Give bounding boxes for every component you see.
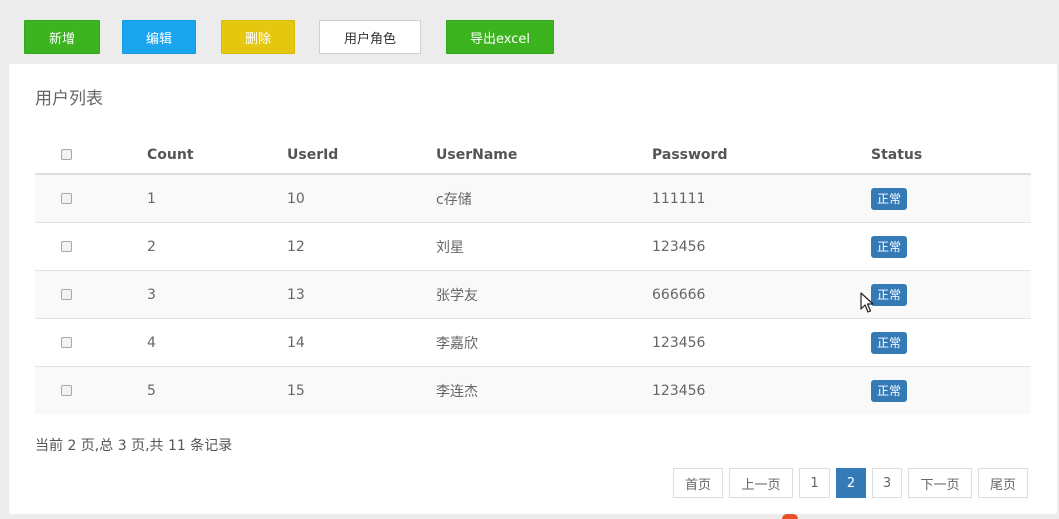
cell-password: 666666 [652, 270, 871, 319]
cell-count: 4 [147, 318, 287, 367]
cell-username: 张学友 [436, 270, 652, 319]
cell-userid: 14 [287, 318, 436, 367]
first-page-button[interactable]: 首页 [673, 468, 723, 498]
cell-password: 123456 [652, 366, 871, 414]
row-checkbox[interactable] [61, 385, 72, 396]
add-button[interactable]: 新增 [24, 20, 100, 54]
delete-button[interactable]: 删除 [221, 20, 295, 54]
row-checkbox[interactable] [61, 337, 72, 348]
table-row[interactable]: 5 15 李连杰 123456 正常 [35, 366, 1031, 414]
cell-password: 123456 [652, 318, 871, 367]
cell-username: 李连杰 [436, 366, 652, 414]
table-row[interactable]: 2 12 刘星 123456 正常 [35, 222, 1031, 271]
row-select-cell[interactable] [35, 318, 147, 367]
table-row[interactable]: 4 14 李嘉欣 123456 正常 [35, 318, 1031, 367]
cell-password: 111111 [652, 173, 871, 223]
cell-count: 5 [147, 366, 287, 414]
cell-userid: 10 [287, 173, 436, 223]
panel-title: 用户列表 [35, 89, 103, 109]
table-header-row: Count UserId UserName Password Status [35, 136, 1031, 175]
decorative-mark [782, 514, 798, 519]
cell-userid: 13 [287, 270, 436, 319]
row-checkbox[interactable] [61, 193, 72, 204]
cell-status: 正常 [871, 318, 1031, 367]
page-button-2[interactable]: 2 [836, 468, 866, 498]
cell-userid: 12 [287, 222, 436, 271]
cell-count: 1 [147, 173, 287, 223]
cell-username: c存储 [436, 173, 652, 223]
header-select-all[interactable] [35, 136, 147, 175]
row-select-cell[interactable] [35, 222, 147, 271]
status-badge: 正常 [871, 235, 908, 258]
cell-status: 正常 [871, 270, 1031, 319]
page-button-3[interactable]: 3 [872, 468, 902, 498]
cell-status: 正常 [871, 173, 1031, 223]
header-password: Password [652, 136, 871, 175]
cell-password: 123456 [652, 222, 871, 271]
row-select-cell[interactable] [35, 173, 147, 223]
row-checkbox[interactable] [61, 241, 72, 252]
row-select-cell[interactable] [35, 366, 147, 414]
row-checkbox[interactable] [61, 289, 72, 300]
user-table: Count UserId UserName Password Status 11… [35, 136, 1031, 414]
prev-page-button[interactable]: 上一页 [729, 468, 793, 498]
pagination-summary: 当前 2 页,总 3 页,共 11 条记录 [35, 438, 233, 454]
table-row[interactable]: 1 10 c存储 111111 正常 [35, 173, 1031, 223]
header-status: Status [871, 136, 1031, 175]
cell-username: 刘星 [436, 222, 652, 271]
status-badge: 正常 [871, 283, 908, 306]
cell-username: 李嘉欣 [436, 318, 652, 367]
edit-button[interactable]: 编辑 [122, 20, 196, 54]
user-role-button[interactable]: 用户角色 [319, 20, 421, 54]
header-username: UserName [436, 136, 652, 175]
mouse-cursor-icon [860, 292, 874, 313]
status-badge: 正常 [871, 331, 908, 354]
status-badge: 正常 [871, 187, 908, 210]
header-userid: UserId [287, 136, 436, 175]
cell-userid: 15 [287, 366, 436, 414]
last-page-button[interactable]: 尾页 [978, 468, 1028, 498]
cell-count: 3 [147, 270, 287, 319]
cell-count: 2 [147, 222, 287, 271]
export-excel-button[interactable]: 导出excel [446, 20, 554, 54]
select-all-checkbox[interactable] [61, 149, 72, 160]
header-count: Count [147, 136, 287, 175]
page-button-1[interactable]: 1 [799, 468, 830, 498]
cell-status: 正常 [871, 222, 1031, 271]
next-page-button[interactable]: 下一页 [908, 468, 972, 498]
row-select-cell[interactable] [35, 270, 147, 319]
user-list-panel: 用户列表 Count UserId UserName Password Stat… [9, 64, 1057, 514]
status-badge: 正常 [871, 379, 908, 402]
cell-status: 正常 [871, 366, 1031, 414]
table-row[interactable]: 3 13 张学友 666666 正常 [35, 270, 1031, 319]
